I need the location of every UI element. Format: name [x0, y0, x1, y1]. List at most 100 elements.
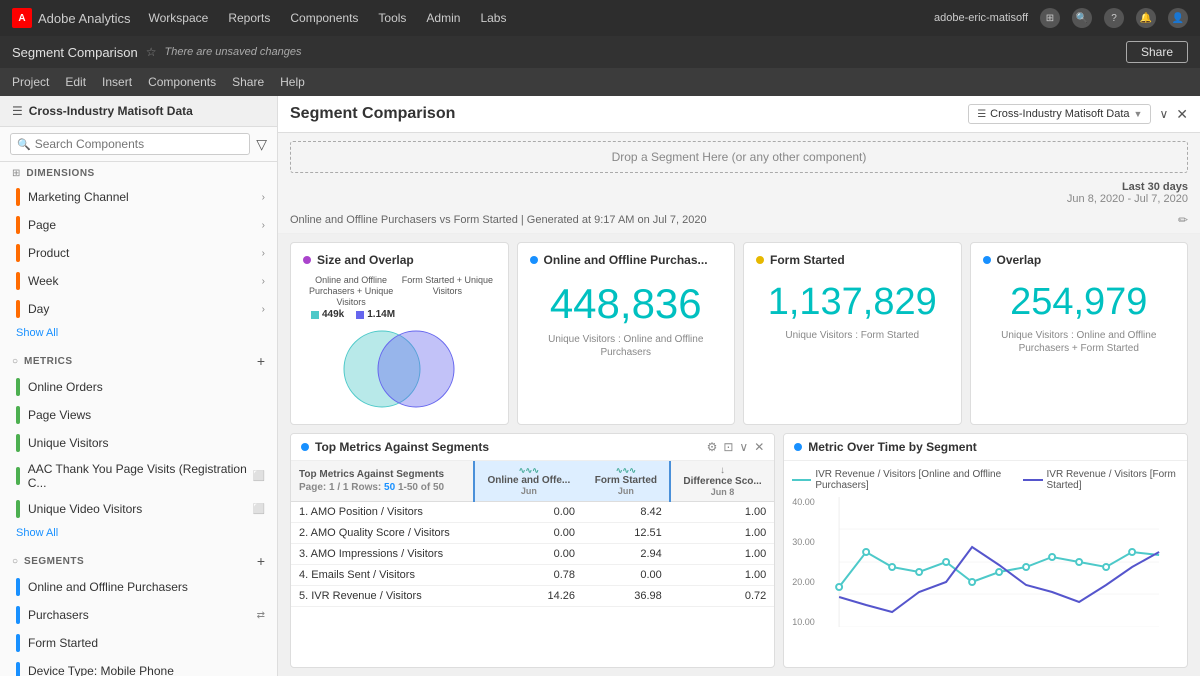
- menu-bar: Project Edit Insert Components Share Hel…: [0, 68, 1200, 96]
- row-num: 2.: [299, 527, 311, 539]
- panel-close-icon[interactable]: ✕: [1176, 106, 1188, 123]
- segment-online-offline[interactable]: Online and Offline Purchasers: [0, 573, 277, 601]
- metrics-section-header: ○ METRICS +: [0, 347, 277, 373]
- panel-dot: [301, 443, 309, 451]
- metrics-table-container: Top Metrics Against Segments Page: 1 / 1…: [291, 461, 774, 607]
- table-row: 5. IVR Revenue / Visitors 14.26 36.98 0.…: [291, 586, 774, 607]
- metric-unique-visitors[interactable]: Unique Visitors: [0, 429, 277, 457]
- rows-count[interactable]: 50: [384, 482, 395, 493]
- dimensions-show-all[interactable]: Show All: [0, 323, 277, 347]
- dimension-week[interactable]: Week ›: [0, 267, 277, 295]
- card-big-number: 254,979: [983, 283, 1176, 321]
- main-content: Segment Comparison ☰ Cross-Industry Mati…: [278, 96, 1200, 676]
- metric-unique-video[interactable]: Unique Video Visitors ⬜: [0, 495, 277, 523]
- sidebar: ☰ Cross-Industry Matisoft Data 🔍 ▽ ⊞ DIM…: [0, 96, 278, 676]
- brand-name: Adobe Analytics: [38, 11, 131, 26]
- filter-icon[interactable]: ▽: [256, 136, 267, 153]
- nav-admin[interactable]: Admin: [424, 7, 462, 29]
- data-source-select[interactable]: ☰ Cross-Industry Matisoft Data ▼: [968, 104, 1151, 124]
- date-range: Last 30 days Jun 8, 2020 - Jul 7, 2020: [278, 181, 1200, 209]
- chevron-down-icon[interactable]: ∨: [739, 440, 748, 454]
- panel-collapse-icon[interactable]: ∨: [1159, 107, 1168, 121]
- menu-insert[interactable]: Insert: [102, 75, 132, 89]
- venn-label1: Online and Offline Purchasers + Unique V…: [303, 275, 399, 307]
- dimension-day[interactable]: Day ›: [0, 295, 277, 323]
- close-icon[interactable]: ✕: [754, 440, 764, 454]
- mot-panel-dot: [794, 443, 802, 451]
- segment-form-started[interactable]: Form Started: [0, 629, 277, 657]
- dimension-product[interactable]: Product ›: [0, 239, 277, 267]
- point: [1129, 549, 1135, 555]
- nav-components[interactable]: Components: [288, 7, 360, 29]
- menu-help[interactable]: Help: [280, 75, 305, 89]
- dimension-page[interactable]: Page ›: [0, 211, 277, 239]
- search-box[interactable]: 🔍: [10, 133, 250, 155]
- seg1-header: Online and Offe...: [487, 475, 570, 486]
- date-range-value: Jun 8, 2020 - Jul 7, 2020: [1067, 193, 1188, 205]
- metrics-col-header: Top Metrics Against Segments: [299, 469, 465, 480]
- nav-labs[interactable]: Labs: [478, 7, 508, 29]
- nav-workspace[interactable]: Workspace: [147, 7, 211, 29]
- context-bar: Online and Offline Purchasers vs Form St…: [278, 209, 1200, 234]
- chart-legend: IVR Revenue / Visitors [Online and Offli…: [792, 469, 1179, 491]
- point: [1049, 554, 1055, 560]
- drop-zone[interactable]: Drop a Segment Here (or any other compon…: [290, 141, 1188, 173]
- y-axis: 40.00 30.00 20.00 10.00: [792, 497, 819, 627]
- dimension-marketing-channel[interactable]: Marketing Channel ›: [0, 183, 277, 211]
- card-title: Overlap: [997, 253, 1042, 267]
- star-icon[interactable]: ☆: [146, 45, 157, 59]
- cards-row: Size and Overlap Online and Offline Purc…: [278, 234, 1200, 433]
- menu-components[interactable]: Components: [148, 75, 216, 89]
- row-num: 1.: [299, 506, 311, 518]
- seg2-header: Form Started: [595, 475, 657, 486]
- metric-aac-thankyou[interactable]: AAC Thank You Page Visits (Registration …: [0, 457, 277, 495]
- panel-icons: ⚙ ⊡ ∨ ✕: [707, 440, 765, 454]
- panel-controls: ☰ Cross-Industry Matisoft Data ▼ ∨ ✕: [968, 104, 1188, 124]
- add-segment-icon[interactable]: +: [257, 553, 265, 569]
- teal-swatch: [311, 311, 319, 319]
- search-icon[interactable]: 🔍: [1072, 8, 1092, 28]
- card-overlap: Overlap 254,979 Unique Visitors : Online…: [970, 242, 1189, 425]
- sparkline-icon2: ∿∿∿: [616, 466, 636, 475]
- share-button[interactable]: Share: [1126, 41, 1188, 63]
- metrics-show-all[interactable]: Show All: [0, 523, 277, 547]
- search-input[interactable]: [35, 137, 244, 151]
- card-online-offline: Online and Offline Purchas... 448,836 Un…: [517, 242, 736, 425]
- segment-purchasers[interactable]: Purchasers ⇄: [0, 601, 277, 629]
- point: [943, 559, 949, 565]
- grid-icon[interactable]: ⊞: [1040, 8, 1060, 28]
- row-num: 5.: [299, 590, 311, 602]
- pencil-icon[interactable]: ✏: [1178, 213, 1188, 227]
- segment-mobile[interactable]: Device Type: Mobile Phone: [0, 657, 277, 676]
- user-avatar[interactable]: 👤: [1168, 8, 1188, 28]
- card-title: Form Started: [770, 253, 845, 267]
- menu-edit[interactable]: Edit: [65, 75, 86, 89]
- nav-reports[interactable]: Reports: [226, 7, 272, 29]
- help-icon[interactable]: ?: [1104, 8, 1124, 28]
- chevron-right-icon: ›: [262, 276, 265, 287]
- dimensions-icon: ⊞: [12, 168, 20, 179]
- menu-share[interactable]: Share: [232, 75, 264, 89]
- bottom-row: Top Metrics Against Segments ⚙ ⊡ ∨ ✕: [278, 433, 1200, 676]
- venn-count1: 449k: [322, 309, 344, 320]
- data-source-name: Cross-Industry Matisoft Data: [29, 104, 193, 118]
- metric-page-views[interactable]: Page Views: [0, 401, 277, 429]
- dropdown-icon: ▼: [1134, 109, 1143, 119]
- date-range-label: Last 30 days: [1122, 181, 1188, 193]
- metric-online-orders[interactable]: Online Orders: [0, 373, 277, 401]
- card-sublabel: Unique Visitors : Online and Offline Pur…: [983, 329, 1176, 355]
- search-icon: 🔍: [17, 138, 31, 151]
- add-metric-icon[interactable]: +: [257, 353, 265, 369]
- table-row: 3. AMO Impressions / Visitors 0.00 2.94 …: [291, 544, 774, 565]
- top-nav: A Adobe Analytics Workspace Reports Comp…: [0, 0, 1200, 36]
- segment-icon: ⇄: [257, 610, 265, 621]
- blue-swatch: [356, 311, 364, 319]
- venn-label2: Form Started + Unique Visitors: [399, 275, 495, 307]
- menu-project[interactable]: Project: [12, 75, 49, 89]
- bell-icon[interactable]: 🔔: [1136, 8, 1156, 28]
- nav-tools[interactable]: Tools: [376, 7, 408, 29]
- expand-icon[interactable]: ⊡: [723, 440, 733, 454]
- chart-body: 40.00 30.00 20.00 10.00: [792, 497, 1179, 627]
- chart-area: IVR Revenue / Visitors [Online and Offli…: [784, 461, 1187, 668]
- settings-icon[interactable]: ⚙: [707, 440, 718, 454]
